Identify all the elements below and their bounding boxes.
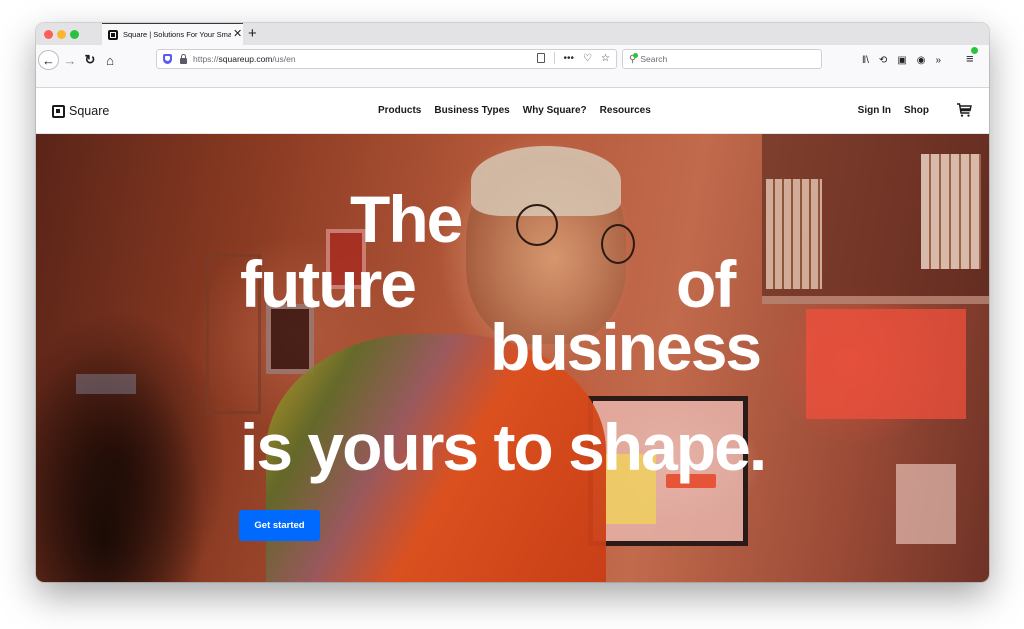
- square-logo-icon: [52, 104, 65, 118]
- shop-link[interactable]: Shop: [904, 105, 929, 116]
- search-bar[interactable]: ⚲ Search: [622, 49, 822, 69]
- hero-section: The future of business is yours to shape…: [36, 134, 989, 582]
- minimize-window-button[interactable]: [57, 30, 66, 39]
- get-started-button[interactable]: Get started: [239, 510, 320, 541]
- headline-line: The: [350, 182, 463, 256]
- nav-products[interactable]: Products: [378, 105, 421, 116]
- hero-headline: The future of business is yours to shape…: [36, 134, 989, 582]
- page-actions-icon[interactable]: •••: [564, 53, 575, 64]
- search-placeholder: Search: [640, 54, 668, 64]
- tab-title: Square | Solutions For Your Small Busine…: [123, 30, 231, 39]
- shopping-cart-icon[interactable]: [956, 102, 972, 118]
- nav-resources[interactable]: Resources: [600, 105, 651, 116]
- nav-why-square[interactable]: Why Square?: [523, 105, 587, 116]
- overflow-chevron-icon[interactable]: »: [936, 55, 942, 66]
- square-logo-icon: [108, 29, 118, 40]
- nav-business-types[interactable]: Business Types: [434, 105, 509, 116]
- tab-square[interactable]: Square | Solutions For Your Small Busine…: [102, 23, 243, 45]
- pocket-icon[interactable]: ♡: [583, 53, 592, 64]
- bookmark-star-icon[interactable]: ☆: [601, 53, 610, 64]
- sign-in-link[interactable]: Sign In: [858, 105, 891, 116]
- forward-button[interactable]: →: [62, 50, 78, 70]
- square-logo[interactable]: Square: [52, 104, 109, 118]
- site-header: Square Products Business Types Why Squar…: [36, 88, 989, 134]
- account-icon[interactable]: ◉: [917, 55, 926, 66]
- maximize-window-button[interactable]: [70, 30, 79, 39]
- reload-button[interactable]: ↻: [82, 50, 98, 70]
- history-icon[interactable]: ⟲: [879, 55, 887, 66]
- url-bar[interactable]: https://squareup.com/us/en ••• ♡ ☆: [156, 49, 617, 69]
- separator: [553, 52, 555, 64]
- url-actions: ••• ♡ ☆: [536, 52, 610, 64]
- close-window-button[interactable]: [44, 30, 53, 39]
- utility-nav: Sign In Shop: [858, 105, 929, 116]
- url-path: /us/en: [272, 54, 296, 64]
- browser-window: Square | Solutions For Your Small Busine…: [36, 23, 989, 582]
- tracking-protection-shield-icon[interactable]: [163, 54, 172, 64]
- hamburger-menu-icon[interactable]: ≡: [966, 47, 978, 66]
- headline-line: future: [240, 247, 417, 321]
- close-tab-icon[interactable]: ✕: [233, 29, 242, 40]
- url-scheme: https://: [193, 54, 219, 64]
- logo-text: Square: [69, 104, 110, 118]
- main-nav: Products Business Types Why Square? Reso…: [378, 105, 651, 116]
- url-host: squareup.com: [218, 54, 273, 64]
- headline-line: is yours to shape.: [240, 410, 767, 484]
- sidebar-icon[interactable]: ▣: [897, 55, 906, 66]
- tab-strip: Square | Solutions For Your Small Busine…: [36, 23, 989, 45]
- web-page: Square Products Business Types Why Squar…: [36, 88, 989, 582]
- search-icon: ⚲: [629, 52, 639, 65]
- back-button[interactable]: ←: [38, 50, 59, 70]
- headline-line: of: [676, 247, 736, 321]
- library-icon[interactable]: ‖\: [862, 55, 869, 66]
- navigation-toolbar: ← → ↻ ⌂ https://squareup.com/us/en ••• ♡…: [36, 45, 989, 88]
- toolbar-right-icons: ‖\ ⟲ ▣ ◉ »: [862, 50, 941, 70]
- headline-line: business: [490, 310, 762, 384]
- lock-icon[interactable]: [180, 53, 187, 64]
- home-button[interactable]: ⌂: [102, 50, 118, 70]
- new-tab-button[interactable]: +: [248, 25, 257, 42]
- reader-view-icon[interactable]: [536, 53, 545, 63]
- url-text[interactable]: https://squareup.com/us/en: [193, 54, 296, 64]
